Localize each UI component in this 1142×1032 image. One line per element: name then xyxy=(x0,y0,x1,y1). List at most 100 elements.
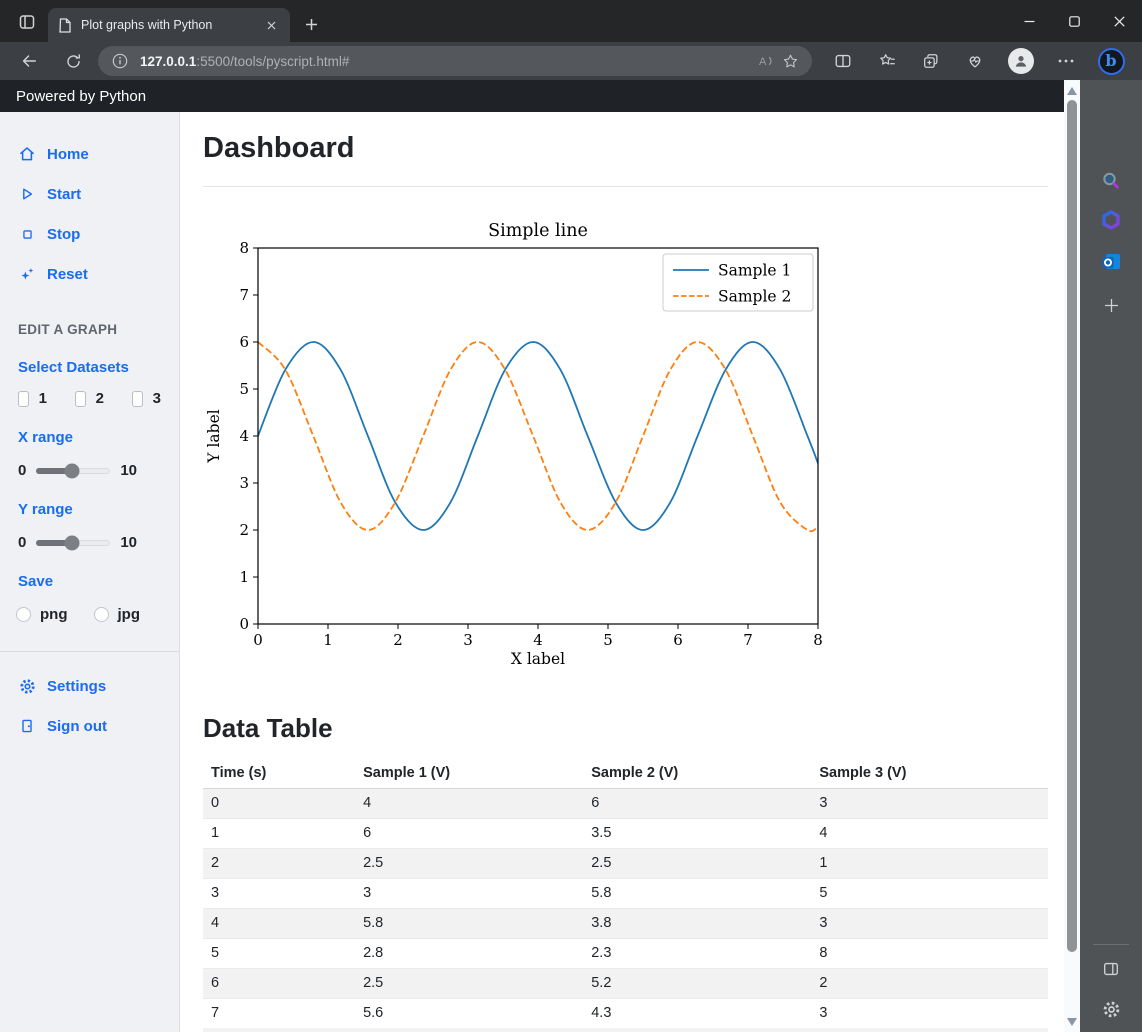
sidebar-divider xyxy=(1093,944,1129,945)
y-range-min: 0 xyxy=(18,534,27,551)
read-aloud-icon[interactable]: A xyxy=(754,49,778,73)
x-tick-label: 4 xyxy=(533,631,543,649)
page-title: Dashboard xyxy=(203,132,355,164)
format-radio-jpg[interactable] xyxy=(93,607,109,622)
more-options-icon[interactable] xyxy=(1051,46,1081,76)
table-cell: 5.2 xyxy=(583,968,812,999)
format-radio-png[interactable] xyxy=(16,607,31,622)
site-info-icon[interactable] xyxy=(108,49,132,73)
save-label: Save xyxy=(18,573,54,590)
tab-actions-icon[interactable] xyxy=(14,9,40,35)
y-range-max: 10 xyxy=(120,534,138,551)
table-cell: 2.5 xyxy=(355,848,584,879)
y-tick-label: 8 xyxy=(239,239,249,257)
tab-close-icon[interactable] xyxy=(262,16,280,34)
y-range-slider-row: 0 10 xyxy=(0,518,179,551)
dataset-checkbox-1[interactable] xyxy=(18,390,29,407)
table-header: Time (s) Sample 1 (V) Sample 2 (V) Sampl… xyxy=(203,758,1048,789)
table-cell: 4 xyxy=(355,788,584,819)
table-cell: 4 xyxy=(203,908,356,939)
add-pane-icon[interactable] xyxy=(1096,290,1126,320)
sidebar-item-sign-out[interactable]: Sign out xyxy=(0,706,179,746)
split-screen-icon[interactable] xyxy=(828,46,858,76)
refresh-icon[interactable] xyxy=(58,46,88,76)
sidebar-item-reset[interactable]: Reset xyxy=(0,254,179,294)
sidebar-item-label: Start xyxy=(47,185,82,203)
browser-essentials-icon[interactable] xyxy=(960,46,990,76)
back-icon[interactable] xyxy=(14,46,44,76)
table-cell: 2.8 xyxy=(355,938,584,969)
table-cell: 5 xyxy=(203,938,356,969)
sidebar-item-settings[interactable]: Settings xyxy=(0,666,179,706)
sidebar-settings-icon[interactable] xyxy=(1096,994,1126,1024)
dataset-checkbox-3[interactable] xyxy=(132,390,143,407)
browser-tab[interactable]: Plot graphs with Python xyxy=(48,8,290,42)
dataset-checkbox-2[interactable] xyxy=(75,390,86,407)
copilot-icon[interactable]: b xyxy=(1096,46,1126,76)
microsoft-365-icon[interactable] xyxy=(1096,206,1126,236)
search-icon[interactable] xyxy=(1096,166,1126,196)
column-header: Sample 1 (V) xyxy=(355,758,584,789)
favorite-star-icon[interactable] xyxy=(778,49,802,73)
table-row: 6 2.5 5.2 2 xyxy=(203,968,1048,999)
scroll-up-icon[interactable] xyxy=(1067,87,1077,95)
y-tick-label: 5 xyxy=(239,380,249,398)
outlook-icon[interactable] xyxy=(1096,246,1126,276)
table-row: 3 3 5.8 5 xyxy=(203,878,1048,909)
y-range-label: Y range xyxy=(18,501,73,518)
heading-divider xyxy=(203,186,1048,187)
url-text[interactable]: 127.0.0.1:5500/tools/pyscript.html# xyxy=(140,54,754,69)
app-header: Powered by Python xyxy=(0,80,1064,112)
y-tick-label: 6 xyxy=(239,333,249,351)
sparkle-icon xyxy=(18,265,36,283)
table-row: 1 6 3.5 4 xyxy=(203,818,1048,849)
table-cell: 1 xyxy=(203,818,356,849)
chart-legend: Sample 1 Sample 2 xyxy=(662,253,814,312)
dataset-checkbox-label: 3 xyxy=(152,390,161,407)
svg-text:A: A xyxy=(759,56,767,68)
page-scrollbar[interactable] xyxy=(1064,80,1080,1032)
sidebar-item-label: Settings xyxy=(47,677,107,695)
scroll-down-icon[interactable] xyxy=(1067,1018,1077,1026)
select-datasets-link[interactable]: Select Datasets xyxy=(0,337,179,376)
y-tick-label: 1 xyxy=(239,568,249,586)
sidebar-item-start[interactable]: Start xyxy=(0,174,179,214)
dataset-checkbox-label: 2 xyxy=(95,390,104,407)
sidebar-item-stop[interactable]: Stop xyxy=(0,214,179,254)
legend-label: Sample 2 xyxy=(718,288,791,306)
favorites-list-icon[interactable] xyxy=(872,46,902,76)
table-cell: 2.3 xyxy=(583,938,812,969)
sidebar-toggle-icon[interactable] xyxy=(1096,954,1126,984)
table-cell: 3.5 xyxy=(583,818,812,849)
x-range-label: X range xyxy=(18,429,74,446)
profile-avatar[interactable] xyxy=(1006,46,1036,76)
data-table: Time (s) Sample 1 (V) Sample 2 (V) Sampl… xyxy=(203,758,1048,1029)
collections-icon[interactable] xyxy=(916,46,946,76)
x-range-slider-thumb[interactable] xyxy=(64,463,80,478)
main-content: Dashboard 0 1 2 3 4 5 6 7 8 0 1 2 3 4 5 6 7 8 Simple line X… xyxy=(180,112,1064,1032)
table-cell: 2 xyxy=(203,848,356,879)
sidebar-item-home[interactable]: Home xyxy=(0,134,179,174)
gear-icon xyxy=(18,677,36,695)
table-cell: 3 xyxy=(811,908,1048,939)
maximize-icon[interactable] xyxy=(1052,0,1097,42)
y-range-slider-thumb[interactable] xyxy=(64,535,80,550)
sign-out-icon xyxy=(18,717,36,735)
close-window-icon[interactable] xyxy=(1097,0,1142,42)
new-tab-icon[interactable] xyxy=(300,13,322,35)
scrollbar-thumb[interactable] xyxy=(1067,100,1077,952)
legend-label: Sample 1 xyxy=(718,262,791,280)
minimize-icon[interactable] xyxy=(1007,0,1052,42)
column-header: Sample 3 (V) xyxy=(811,758,1048,789)
x-range-slider[interactable] xyxy=(36,463,111,478)
table-cell: 4 xyxy=(811,818,1048,849)
dataset-checkbox-label: 1 xyxy=(38,390,47,407)
address-bar[interactable]: 127.0.0.1:5500/tools/pyscript.html# A xyxy=(98,46,812,76)
table-row: 0463 xyxy=(203,788,1048,819)
sidebar-item-label: Stop xyxy=(47,225,81,243)
sidebar-item-label: Reset xyxy=(47,265,88,283)
x-tick-label: 5 xyxy=(603,631,613,649)
table-row: 5 2.8 2.3 8 xyxy=(203,938,1048,969)
table-cell: 3 xyxy=(811,788,1048,819)
y-range-slider[interactable] xyxy=(36,535,111,550)
